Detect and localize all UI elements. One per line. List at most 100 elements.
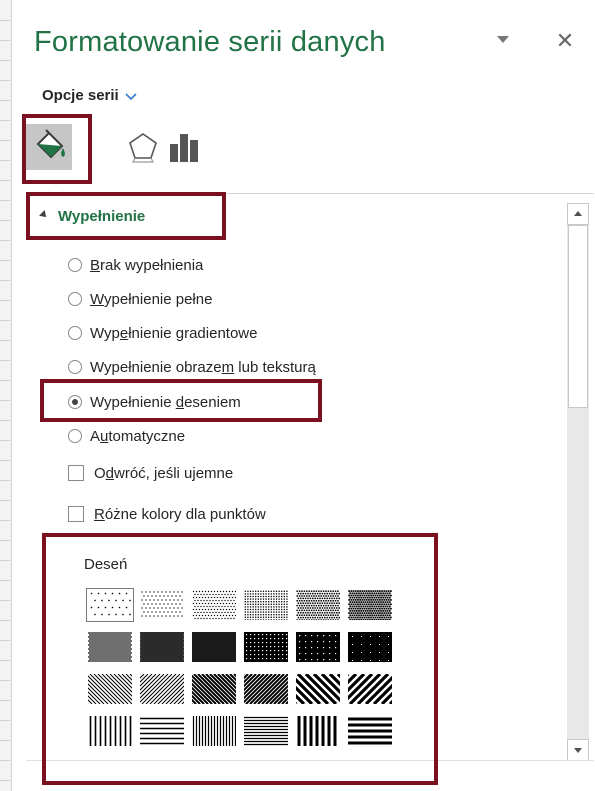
checkbox-vary-colors-by-point[interactable]: Różne kolory dla punktów [68, 504, 266, 526]
pattern-swatch-dots-20[interactable] [192, 590, 237, 620]
radio-button[interactable] [68, 292, 82, 307]
row-tick [0, 340, 10, 341]
series-options-dropdown[interactable]: Opcje serii [42, 87, 137, 105]
pattern-swatch-dark-downward-diagonal[interactable] [161, 673, 265, 705]
checkbox-invert-if-negative[interactable]: Odwróć, jeśli ujemne [68, 463, 233, 485]
pattern-swatch-dots-60[interactable] [140, 632, 184, 662]
divider [26, 193, 594, 194]
pattern-swatch-light-vertical[interactable] [88, 716, 132, 746]
pattern-dots-25-icon [244, 590, 288, 621]
radio-label: Brak wypełnienia [90, 257, 204, 274]
scroll-up-button[interactable] [567, 203, 589, 225]
pattern-dark-horizontal-icon [348, 716, 392, 746]
pattern-swatch-light-horizontal[interactable] [140, 716, 184, 746]
pattern-dark-downward-diagonal-icon [161, 673, 265, 705]
row-tick [0, 240, 10, 241]
pattern-dark-upward-diagonal-icon [213, 673, 317, 705]
pattern-swatch-light-downward-diagonal[interactable] [57, 673, 161, 705]
pattern-swatch-dots-70[interactable] [192, 632, 236, 662]
pattern-swatch-dots-80[interactable] [296, 632, 340, 662]
pattern-dots-20-icon [192, 590, 237, 620]
pattern-narrow-horizontal-icon [244, 716, 288, 746]
pattern-swatch-dark-upward-diagonal[interactable] [213, 673, 317, 705]
pentagon-icon [129, 133, 157, 163]
pattern-swatch-dots-90[interactable] [348, 632, 392, 662]
radio-picture-texture-fill[interactable]: Wypełnienie obrazem lub teksturą [68, 357, 316, 379]
row-tick [0, 300, 10, 301]
spreadsheet-edge [0, 0, 12, 791]
pattern-dots-90-icon [348, 632, 392, 662]
row-tick [0, 640, 10, 641]
pattern-swatch-wide-upward-diagonal[interactable] [316, 672, 422, 706]
collapse-triangle-icon [39, 210, 49, 220]
pattern-swatch-dark-vertical[interactable] [296, 716, 340, 746]
pattern-label: Deseń [84, 556, 128, 573]
pattern-swatch-dots-75[interactable] [244, 632, 288, 662]
checkbox[interactable] [68, 465, 84, 482]
row-tick [0, 520, 10, 521]
radio-pattern-fill[interactable]: Wypełnienie deseniem [68, 392, 241, 414]
row-tick [0, 40, 10, 41]
row-tick [0, 380, 10, 381]
pattern-swatch-narrow-horizontal[interactable] [244, 716, 288, 746]
scrollbar-thumb[interactable] [568, 225, 588, 408]
row-tick [0, 140, 10, 141]
row-tick [0, 20, 10, 21]
radio-button[interactable] [68, 429, 82, 444]
pattern-swatch-dots-25[interactable] [244, 590, 288, 621]
close-icon[interactable]: ✕ [553, 29, 577, 53]
tab-fill-line[interactable] [26, 124, 72, 170]
pattern-swatch-dots-50[interactable] [88, 632, 132, 662]
radio-label: Wypełnienie gradientowe [90, 325, 258, 342]
row-tick [0, 280, 10, 281]
radio-label: Wypełnienie deseniem [90, 394, 241, 411]
pattern-swatch-dots-5[interactable] [86, 588, 134, 622]
radio-solid-fill[interactable]: Wypełnienie pełne [68, 289, 212, 311]
radio-no-fill[interactable]: Brak wypełnienia [68, 255, 203, 277]
radio-button-selected[interactable] [68, 395, 82, 410]
row-tick [0, 600, 10, 601]
tab-series-options[interactable] [162, 124, 208, 170]
pattern-swatch-wide-downward-diagonal[interactable] [264, 672, 370, 706]
pattern-swatch-dots-10[interactable] [140, 590, 184, 620]
row-tick [0, 160, 10, 161]
fill-section-header[interactable]: Wypełnienie [39, 208, 145, 225]
radio-gradient-fill[interactable]: Wypełnienie gradientowe [68, 323, 257, 345]
row-tick [0, 360, 10, 361]
pattern-wide-downward-diagonal-icon [264, 672, 370, 706]
radio-button[interactable] [68, 258, 82, 273]
chevron-down-icon[interactable] [497, 36, 509, 43]
radio-label: Automatyczne [90, 428, 186, 445]
pattern-swatch-dots-30[interactable] [296, 590, 340, 621]
row-tick [0, 700, 10, 701]
pattern-light-upward-diagonal-icon [109, 673, 213, 705]
pattern-dots-50-icon [88, 632, 132, 662]
series-options-label: Opcje serii [42, 87, 119, 104]
pattern-swatch-dark-horizontal[interactable] [348, 716, 392, 746]
radio-button[interactable] [68, 326, 82, 341]
pattern-swatch-narrow-vertical[interactable] [192, 716, 237, 746]
pattern-dark-vertical-icon [296, 716, 340, 746]
tab-pointer-icon [52, 180, 60, 185]
scroll-down-button[interactable] [567, 739, 589, 761]
pattern-light-horizontal-icon [140, 716, 184, 746]
pattern-dots-5-icon [88, 590, 132, 620]
row-tick [0, 320, 10, 321]
row-tick [0, 540, 10, 541]
pattern-swatch-dots-40[interactable] [348, 590, 392, 621]
pattern-swatch-light-upward-diagonal[interactable] [109, 673, 213, 705]
row-tick [0, 100, 10, 101]
row-tick [0, 480, 10, 481]
radio-automatic[interactable]: Automatyczne [68, 426, 185, 448]
pattern-wide-upward-diagonal-icon [316, 672, 422, 706]
row-tick [0, 220, 10, 221]
checkbox[interactable] [68, 506, 84, 523]
radio-button[interactable] [68, 360, 82, 375]
pattern-dots-75-icon [244, 632, 288, 662]
arrow-down-icon [574, 748, 582, 753]
row-tick [0, 720, 10, 721]
row-tick [0, 460, 10, 461]
radio-label: Wypełnienie obrazem lub teksturą [90, 359, 316, 376]
row-tick [0, 200, 10, 201]
tab-effects[interactable] [120, 124, 166, 170]
